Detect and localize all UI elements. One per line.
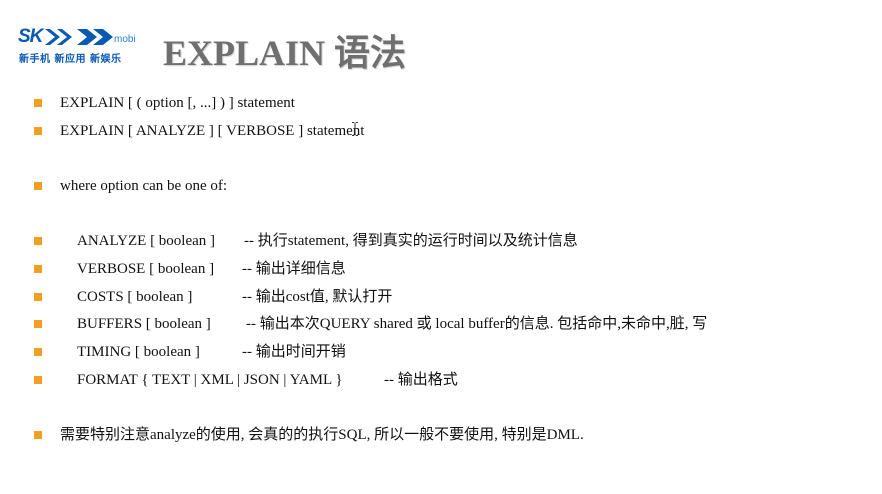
option-description: -- 输出本次QUERY shared 或 local buffer的信息. 包…	[246, 316, 708, 332]
option-name: VERBOSE [ boolean ]	[77, 261, 215, 277]
logo-brand-text: SK	[18, 26, 43, 47]
option-description: -- 输出格式	[384, 372, 458, 388]
bullet-icon	[34, 182, 42, 190]
bullet-icon	[34, 431, 42, 439]
option-description: -- 执行statement, 得到真实的运行时间以及统计信息	[244, 233, 578, 249]
option-name: BUFFERS [ boolean ]	[77, 316, 211, 332]
page-title: EXPLAIN 语法	[163, 33, 407, 73]
bullet-icon	[34, 320, 42, 328]
logo-tagline: 新手机 新应用 新娱乐	[19, 54, 122, 65]
option-name: ANALYZE [ boolean ]	[77, 233, 216, 249]
bullet-icon	[34, 127, 42, 135]
option-name: FORMAT { TEXT | XML | JSON | YAML }	[77, 372, 343, 388]
syntax-line-1: EXPLAIN [ ( option [, ...] ) ] statement	[60, 95, 295, 111]
text-cursor-icon	[352, 122, 358, 136]
option-description: -- 输出时间开销	[242, 344, 346, 360]
logo-mark: SK	[18, 26, 115, 48]
bullet-icon	[34, 237, 42, 245]
slide: SK mobi 新手机 新应用 新娱乐 EXPLAIN 语法 EXPLAIN […	[0, 0, 882, 494]
bullet-icon	[34, 293, 42, 301]
bullet-icon	[34, 265, 42, 273]
bullet-icon	[34, 376, 42, 384]
option-description: -- 输出详细信息	[242, 261, 346, 277]
warning-note: 需要特别注意analyze的使用, 会真的的执行SQL, 所以一般不要使用, 特…	[60, 427, 584, 443]
option-name: COSTS [ boolean ]	[77, 289, 193, 305]
brand-logo: SK mobi 新手机 新应用 新娱乐	[18, 26, 148, 66]
where-line: where option can be one of:	[60, 178, 228, 194]
logo-chevrons-icon	[45, 29, 114, 45]
option-name: TIMING [ boolean ]	[77, 344, 200, 360]
bullet-icon	[34, 99, 42, 107]
option-description: -- 输出cost值, 默认打开	[242, 289, 393, 305]
logo-suffix: mobi	[114, 34, 136, 45]
syntax-line-2: EXPLAIN [ ANALYZE ] [ VERBOSE ] statemen…	[60, 123, 365, 139]
bullet-icon	[34, 348, 42, 356]
